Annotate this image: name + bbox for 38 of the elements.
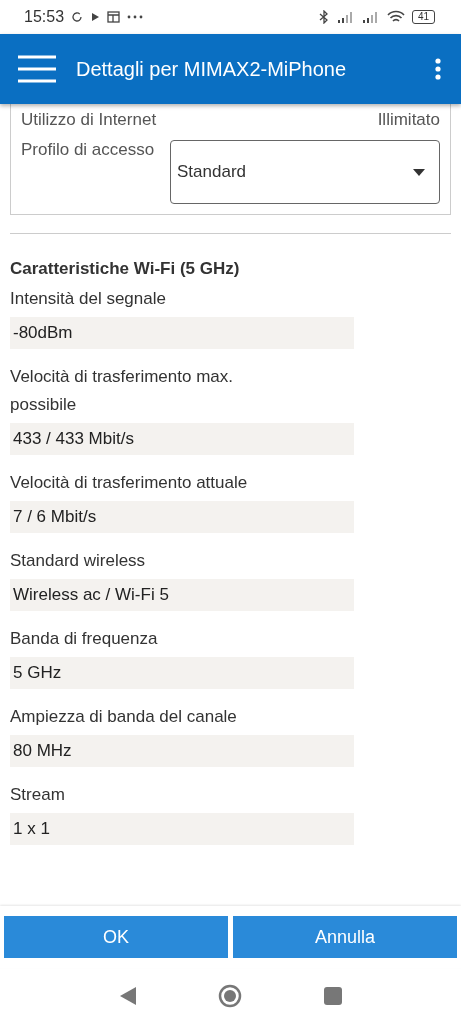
field-label: Banda di frequenza <box>10 628 159 650</box>
field-value: 7 / 6 Mbit/s <box>10 501 354 533</box>
field-value: 5 GHz <box>10 657 354 689</box>
wifi-icon <box>386 10 405 24</box>
more-dots-icon <box>127 15 144 19</box>
app-bar-title: Dettagli per MIMAX2-MiPhone <box>76 57 348 81</box>
field-value: Wireless ac / Wi-Fi 5 <box>10 579 354 611</box>
recents-icon[interactable] <box>323 987 342 1005</box>
row-label: Profilo di accesso <box>21 140 155 160</box>
menu-icon[interactable] <box>18 55 56 83</box>
row-label: Utilizzo di Internet <box>21 110 157 130</box>
battery-indicator: 41 <box>411 10 435 24</box>
field-label: Standard wireless <box>10 550 147 572</box>
play-icon <box>90 12 101 22</box>
field-value: 433 / 433 Mbit/s <box>10 423 354 455</box>
cancel-button[interactable]: Annulla <box>233 916 457 958</box>
ok-button[interactable]: OK <box>4 916 228 958</box>
caret-icon <box>413 168 425 176</box>
signal-icon <box>336 11 355 23</box>
signal-icon <box>361 11 380 23</box>
calendar-icon <box>107 11 121 23</box>
field-label: Ampiezza di banda del canale <box>10 706 238 728</box>
field-label: Stream <box>10 784 66 806</box>
back-icon[interactable] <box>119 987 136 1005</box>
field-label: Velocità di trasferimento max. possibile <box>10 366 234 416</box>
bluetooth-icon <box>317 10 330 24</box>
more-vert-icon[interactable] <box>435 58 441 80</box>
section-heading: Caratteristiche Wi-Fi (5 GHz) <box>10 259 241 279</box>
field-value: 80 MHz <box>10 735 354 767</box>
field-value: 1 x 1 <box>10 813 354 845</box>
field-label: Velocità di trasferimento attuale <box>10 472 249 494</box>
access-profile-dropdown[interactable]: Standard <box>170 140 440 204</box>
field-value: -80dBm <box>10 317 354 349</box>
sync-icon <box>71 11 84 23</box>
field-label: Intensità del segnale <box>10 288 167 310</box>
status-time: 15:53 <box>24 8 65 26</box>
row-value: Illimitato <box>377 110 440 130</box>
home-icon[interactable] <box>217 984 242 1008</box>
